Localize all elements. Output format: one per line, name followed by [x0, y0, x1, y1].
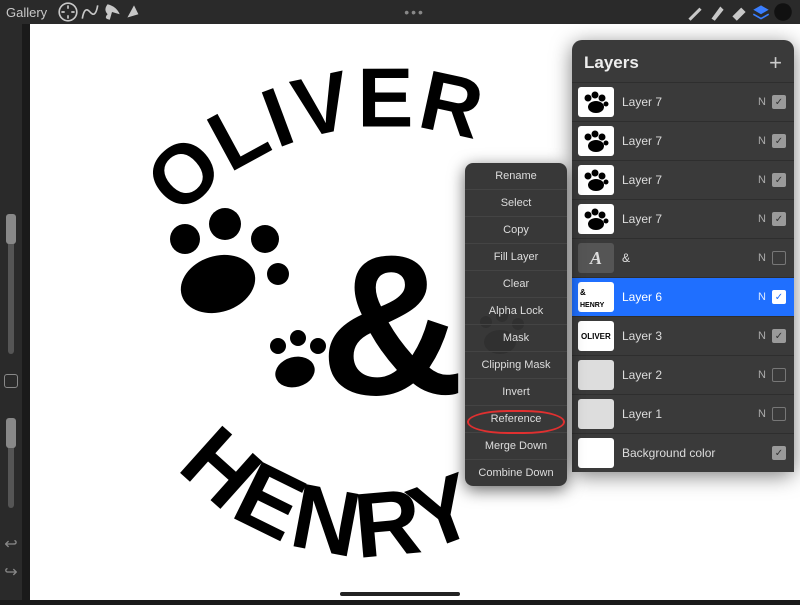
layers-panel: Layers + Layer 7N✓Layer 7N✓Layer 7N✓Laye… [572, 40, 794, 472]
blend-mode-label[interactable]: N [758, 330, 766, 342]
home-indicator [340, 592, 460, 596]
menu-item-mask[interactable]: Mask [465, 325, 567, 352]
blend-mode-label[interactable]: N [758, 369, 766, 381]
visibility-checkbox[interactable]: ✓ [772, 446, 786, 460]
blend-mode-label[interactable]: N [758, 174, 766, 186]
layer-name: Layer 7 [622, 173, 758, 187]
layer-thumbnail [578, 204, 614, 234]
visibility-checkbox[interactable]: ✓ [772, 290, 786, 304]
left-sidebar: ↩ ↪ [0, 24, 22, 600]
eraser-icon[interactable] [728, 1, 750, 23]
visibility-checkbox[interactable]: ✓ [772, 212, 786, 226]
gallery-button[interactable]: Gallery [6, 5, 47, 20]
blend-mode-label[interactable]: N [758, 135, 766, 147]
svg-text:HENRY: HENRY [580, 302, 605, 309]
layer-row[interactable]: OLIVER Layer 3N ✓ [572, 316, 794, 355]
redo-button[interactable]: ↪ [4, 562, 17, 582]
blend-mode-label[interactable]: N [758, 408, 766, 420]
menu-item-combine-down[interactable]: Combine Down [465, 460, 567, 486]
svg-text:OLIVER: OLIVER [128, 50, 493, 230]
modify-button[interactable] [4, 374, 18, 388]
visibility-checkbox[interactable]: ✓ [772, 95, 786, 109]
visibility-checkbox[interactable] [772, 407, 786, 421]
visibility-checkbox[interactable]: ✓ [772, 134, 786, 148]
color-swatch[interactable] [772, 1, 794, 23]
layer-thumbnail [578, 438, 614, 468]
layer-name: Layer 3 [622, 329, 758, 343]
layer-row[interactable]: Layer 7N ✓ [572, 121, 794, 160]
layer-row[interactable]: & HENRY Layer 6N ✓ [572, 277, 794, 316]
brush-size-slider[interactable] [8, 214, 14, 354]
layer-row[interactable]: Layer 1N [572, 394, 794, 433]
layer-thumbnail: A [578, 243, 614, 273]
selection-icon[interactable] [101, 1, 123, 23]
visibility-checkbox[interactable]: ✓ [772, 173, 786, 187]
top-toolbar: Gallery ••• [0, 0, 800, 24]
brush-icon[interactable] [684, 1, 706, 23]
menu-item-rename[interactable]: Rename [465, 163, 567, 190]
layers-title: Layers [584, 53, 639, 73]
layer-thumbnail [578, 165, 614, 195]
layer-row[interactable]: Layer 7N ✓ [572, 199, 794, 238]
modify-handle-icon[interactable]: ••• [395, 4, 435, 20]
layer-thumbnail [578, 399, 614, 429]
svg-text:&: & [580, 288, 586, 297]
blend-mode-label[interactable]: N [758, 96, 766, 108]
layer-thumbnail [578, 126, 614, 156]
opacity-slider[interactable] [8, 418, 14, 508]
add-layer-button[interactable]: + [769, 50, 782, 76]
visibility-checkbox[interactable]: ✓ [772, 329, 786, 343]
svg-text:OLIVER: OLIVER [581, 332, 611, 341]
layer-row[interactable]: Layer 7N ✓ [572, 82, 794, 121]
layer-thumbnail: OLIVER [578, 321, 614, 351]
layer-row[interactable]: Layer 2N [572, 355, 794, 394]
layer-name: & [622, 251, 758, 265]
menu-item-clipping-mask[interactable]: Clipping Mask [465, 352, 567, 379]
undo-button[interactable]: ↩ [4, 534, 17, 554]
layers-icon[interactable] [750, 1, 772, 23]
blend-mode-label[interactable]: N [758, 252, 766, 264]
layer-thumbnail [578, 87, 614, 117]
menu-item-invert[interactable]: Invert [465, 379, 567, 406]
layer-context-menu: RenameSelectCopyFill LayerClearAlpha Loc… [465, 163, 567, 486]
menu-item-select[interactable]: Select [465, 190, 567, 217]
visibility-checkbox[interactable] [772, 368, 786, 382]
layer-name: Layer 2 [622, 368, 758, 382]
menu-item-copy[interactable]: Copy [465, 217, 567, 244]
menu-item-reference[interactable]: Reference [465, 406, 567, 433]
smudge-icon[interactable] [706, 1, 728, 23]
blend-mode-label[interactable]: N [758, 213, 766, 225]
menu-item-fill-layer[interactable]: Fill Layer [465, 244, 567, 271]
transform-icon[interactable] [123, 1, 145, 23]
actions-icon[interactable] [57, 1, 79, 23]
layer-name: Background color [622, 446, 772, 460]
visibility-checkbox[interactable] [772, 251, 786, 265]
layer-name: Layer 7 [622, 134, 758, 148]
svg-text:&: & [320, 214, 464, 437]
layer-name: Layer 7 [622, 212, 758, 226]
menu-item-alpha-lock[interactable]: Alpha Lock [465, 298, 567, 325]
layer-row[interactable]: Background color✓ [572, 433, 794, 472]
layer-name: Layer 1 [622, 407, 758, 421]
menu-item-clear[interactable]: Clear [465, 271, 567, 298]
blend-mode-label[interactable]: N [758, 291, 766, 303]
menu-item-merge-down[interactable]: Merge Down [465, 433, 567, 460]
layer-name: Layer 6 [622, 290, 758, 304]
layer-name: Layer 7 [622, 95, 758, 109]
adjustments-icon[interactable] [79, 1, 101, 23]
layer-thumbnail [578, 360, 614, 390]
layer-row[interactable]: A&N [572, 238, 794, 277]
layer-thumbnail: & HENRY [578, 282, 614, 312]
layer-row[interactable]: Layer 7N ✓ [572, 160, 794, 199]
